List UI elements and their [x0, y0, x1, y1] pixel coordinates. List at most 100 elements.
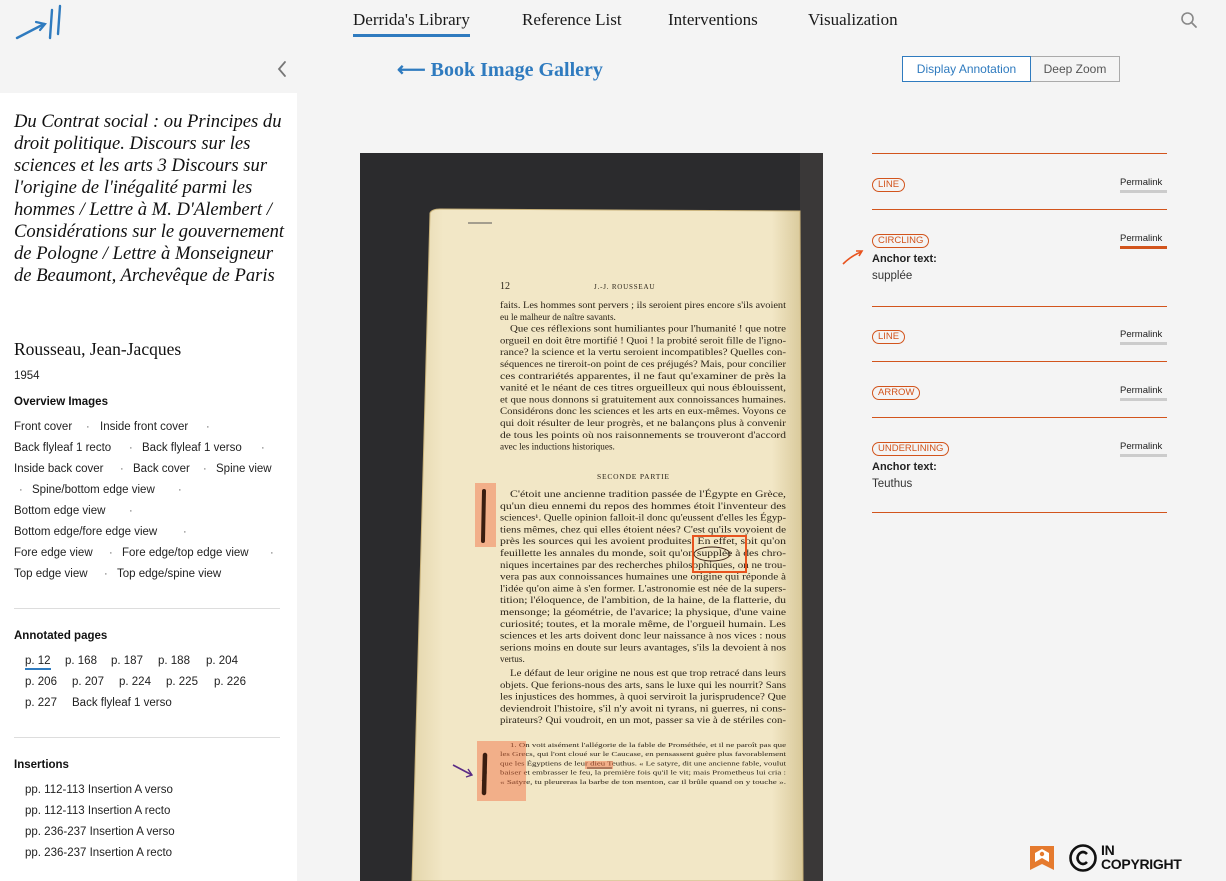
annotation-divider: [872, 306, 1167, 307]
permalink-link[interactable]: Permalink: [1120, 177, 1167, 193]
page-text-line: serions moins en doute sur leurs avantag…: [500, 642, 786, 652]
book-author: Rousseau, Jean-Jacques: [14, 339, 182, 359]
nav-visualization[interactable]: Visualization: [808, 10, 898, 34]
search-icon[interactable]: [1180, 11, 1198, 29]
annotation-divider: [872, 153, 1167, 154]
separator-dot: ·: [206, 421, 210, 433]
page-text-line: tition; l'éloquence, de l'ambition, de l…: [500, 595, 786, 605]
page-text-line: orgueil en doit être mortifié ! Quoi ! l…: [500, 335, 786, 345]
page-text-line: Considérons donc les sciences et les art…: [500, 406, 786, 416]
page-text-line: et que nous donnons si gratuitement aux …: [500, 394, 786, 404]
book-page-image[interactable]: 12 J.-J. ROUSSEAU faits. Les hommes sont p…: [360, 153, 823, 881]
overview-link[interactable]: Bottom edge/fore edge view: [14, 526, 157, 538]
page-text-line: sciences¹. Quelle opinion falloit-il don…: [500, 513, 786, 523]
license-line-1: IN: [1101, 842, 1115, 858]
annotated-page-link[interactable]: p. 206: [25, 676, 57, 688]
page-number: 12: [500, 281, 510, 292]
annotated-page-link[interactable]: p. 188: [158, 655, 190, 667]
page-text-line: deviendroit l'histoire, s'il n'y avoit n…: [500, 703, 786, 713]
separator-dot: ·: [19, 484, 23, 496]
annotated-page-link[interactable]: p. 224: [119, 676, 151, 688]
separator-dot: ·: [129, 442, 133, 454]
insertion-link[interactable]: pp. 236-237 Insertion A recto: [25, 847, 172, 859]
permalink-link[interactable]: Permalink: [1120, 329, 1167, 345]
page-text-line: objets. Que ferions-nous des arts, sans …: [500, 680, 786, 690]
copyright-icon[interactable]: [1068, 843, 1098, 873]
nav-derridas-library[interactable]: Derrida's Library: [353, 10, 470, 37]
separator-dot: ·: [120, 463, 124, 475]
overview-link[interactable]: Spine/bottom edge view: [32, 484, 155, 496]
overview-link[interactable]: Top edge/spine view: [117, 568, 221, 580]
page-text-line: tiens mêmes, chez qui elles étoient nées…: [500, 524, 786, 534]
footnote-line: 1. On voit aisément l'allégorie de la fa…: [510, 742, 786, 749]
annotated-page-link[interactable]: p. 225: [166, 676, 198, 688]
insertion-link[interactable]: pp. 236-237 Insertion A verso: [25, 826, 175, 838]
annotation-type-badge: UNDERLINING: [872, 442, 950, 456]
annotated-page-link[interactable]: p. 227: [25, 697, 57, 709]
chevron-left-icon[interactable]: [274, 57, 290, 81]
annotated-page-link[interactable]: p. 226: [214, 676, 246, 688]
page-text-line: curiosité; toutes, et la morale même, de…: [500, 619, 787, 629]
nav-interventions[interactable]: Interventions: [668, 10, 758, 34]
insertion-link[interactable]: pp. 112-113 Insertion A recto: [25, 805, 170, 817]
annotation-type-badge: LINE: [872, 330, 906, 344]
arrow-pointer-icon: [842, 250, 864, 265]
annotation-type-badge: CIRCLING: [872, 234, 930, 248]
separator-dot: ·: [104, 568, 108, 580]
overview-link[interactable]: Front cover: [14, 421, 72, 433]
page-text-line: rance? la science et la vertu seroient i…: [500, 347, 786, 357]
permalink-link[interactable]: Permalink: [1120, 441, 1167, 457]
page-text-line: pirateurs? Qui voudroit, en un mot, pass…: [500, 715, 786, 725]
footnote-line: les Grecs, qui l'ont cloué sur le Caucas…: [500, 751, 786, 758]
page-text-line: ces contrariétés apparentes, il ne faut …: [500, 371, 786, 381]
derrida-logo-icon[interactable]: [14, 4, 70, 44]
overview-link[interactable]: Back flyleaf 1 recto: [14, 442, 111, 454]
annotation-type-badge: ARROW: [872, 386, 921, 400]
annotated-page-link[interactable]: p. 204: [206, 655, 238, 667]
separator-dot: ·: [86, 421, 90, 433]
rights-badge-icon[interactable]: [1028, 844, 1056, 872]
in-copyright-label: IN COPYRIGHT: [1101, 843, 1182, 871]
overview-link[interactable]: Bottom edge view: [14, 505, 105, 517]
separator-dot: ·: [261, 442, 265, 454]
book-title: Du Contrat social : ou Principes du droi…: [14, 111, 285, 286]
back-to-gallery-link[interactable]: ⟵ Book Image Gallery: [397, 57, 603, 82]
page-text-line: de tous les points où nos raisonnements …: [500, 430, 786, 440]
permalink-link-active[interactable]: Permalink: [1120, 233, 1167, 249]
annotated-page-link[interactable]: p. 207: [72, 676, 104, 688]
overview-link[interactable]: Back flyleaf 1 verso: [142, 442, 242, 454]
deep-zoom-button[interactable]: Deep Zoom: [1031, 56, 1120, 82]
nav-reference-list[interactable]: Reference List: [522, 10, 622, 34]
overview-link[interactable]: Fore edge/top edge view: [122, 547, 249, 559]
annotated-page-link[interactable]: Back flyleaf 1 verso: [72, 697, 172, 709]
annotation-divider: [872, 361, 1167, 362]
book-year: 1954: [14, 370, 40, 382]
anchor-text-value: supplée: [872, 270, 913, 282]
overview-link[interactable]: Spine view: [216, 463, 272, 475]
overview-link[interactable]: Back cover: [133, 463, 190, 475]
footnote-line: baiser et embrasser le feu, la première …: [500, 770, 786, 777]
overview-link[interactable]: Inside front cover: [100, 421, 188, 433]
running-header: J.-J. ROUSSEAU: [594, 283, 655, 291]
overview-link[interactable]: Top edge view: [14, 568, 88, 580]
section-heading: SECONDE PARTIE: [597, 472, 670, 481]
overview-link[interactable]: Fore edge view: [14, 547, 93, 559]
permalink-link[interactable]: Permalink: [1120, 385, 1167, 401]
page-text-line: mensonge; la géométrie, de l'avarice; la…: [500, 607, 786, 617]
annotated-page-link-selected[interactable]: p. 12: [25, 655, 51, 670]
annotated-page-link[interactable]: p. 168: [65, 655, 97, 667]
annotated-page-link[interactable]: p. 187: [111, 655, 143, 667]
page-text-line: Que ces réflexions sont humiliantes pour…: [510, 324, 786, 334]
overview-link[interactable]: Inside back cover: [14, 463, 104, 475]
page-text-line: près les sources qui les avoient produit…: [500, 536, 787, 546]
page-text-line: qui doit résulter de leur progrès, et ne…: [500, 418, 786, 428]
insertion-link[interactable]: pp. 112-113 Insertion A verso: [25, 784, 173, 796]
page-text-line: Le défaut de leur origine ne nous est qu…: [510, 668, 786, 678]
separator-dot: ·: [183, 526, 187, 538]
display-annotation-button[interactable]: Display Annotation: [902, 56, 1031, 82]
anchor-text-label: Anchor text:: [872, 461, 937, 473]
annotated-pages-heading: Annotated pages: [14, 630, 108, 642]
page-text-line: niques incertaines par des recherches ph…: [500, 560, 786, 570]
page-text-line: vera pas aux connoissances humaines une …: [500, 572, 786, 582]
anchor-text-label: Anchor text:: [872, 253, 937, 265]
